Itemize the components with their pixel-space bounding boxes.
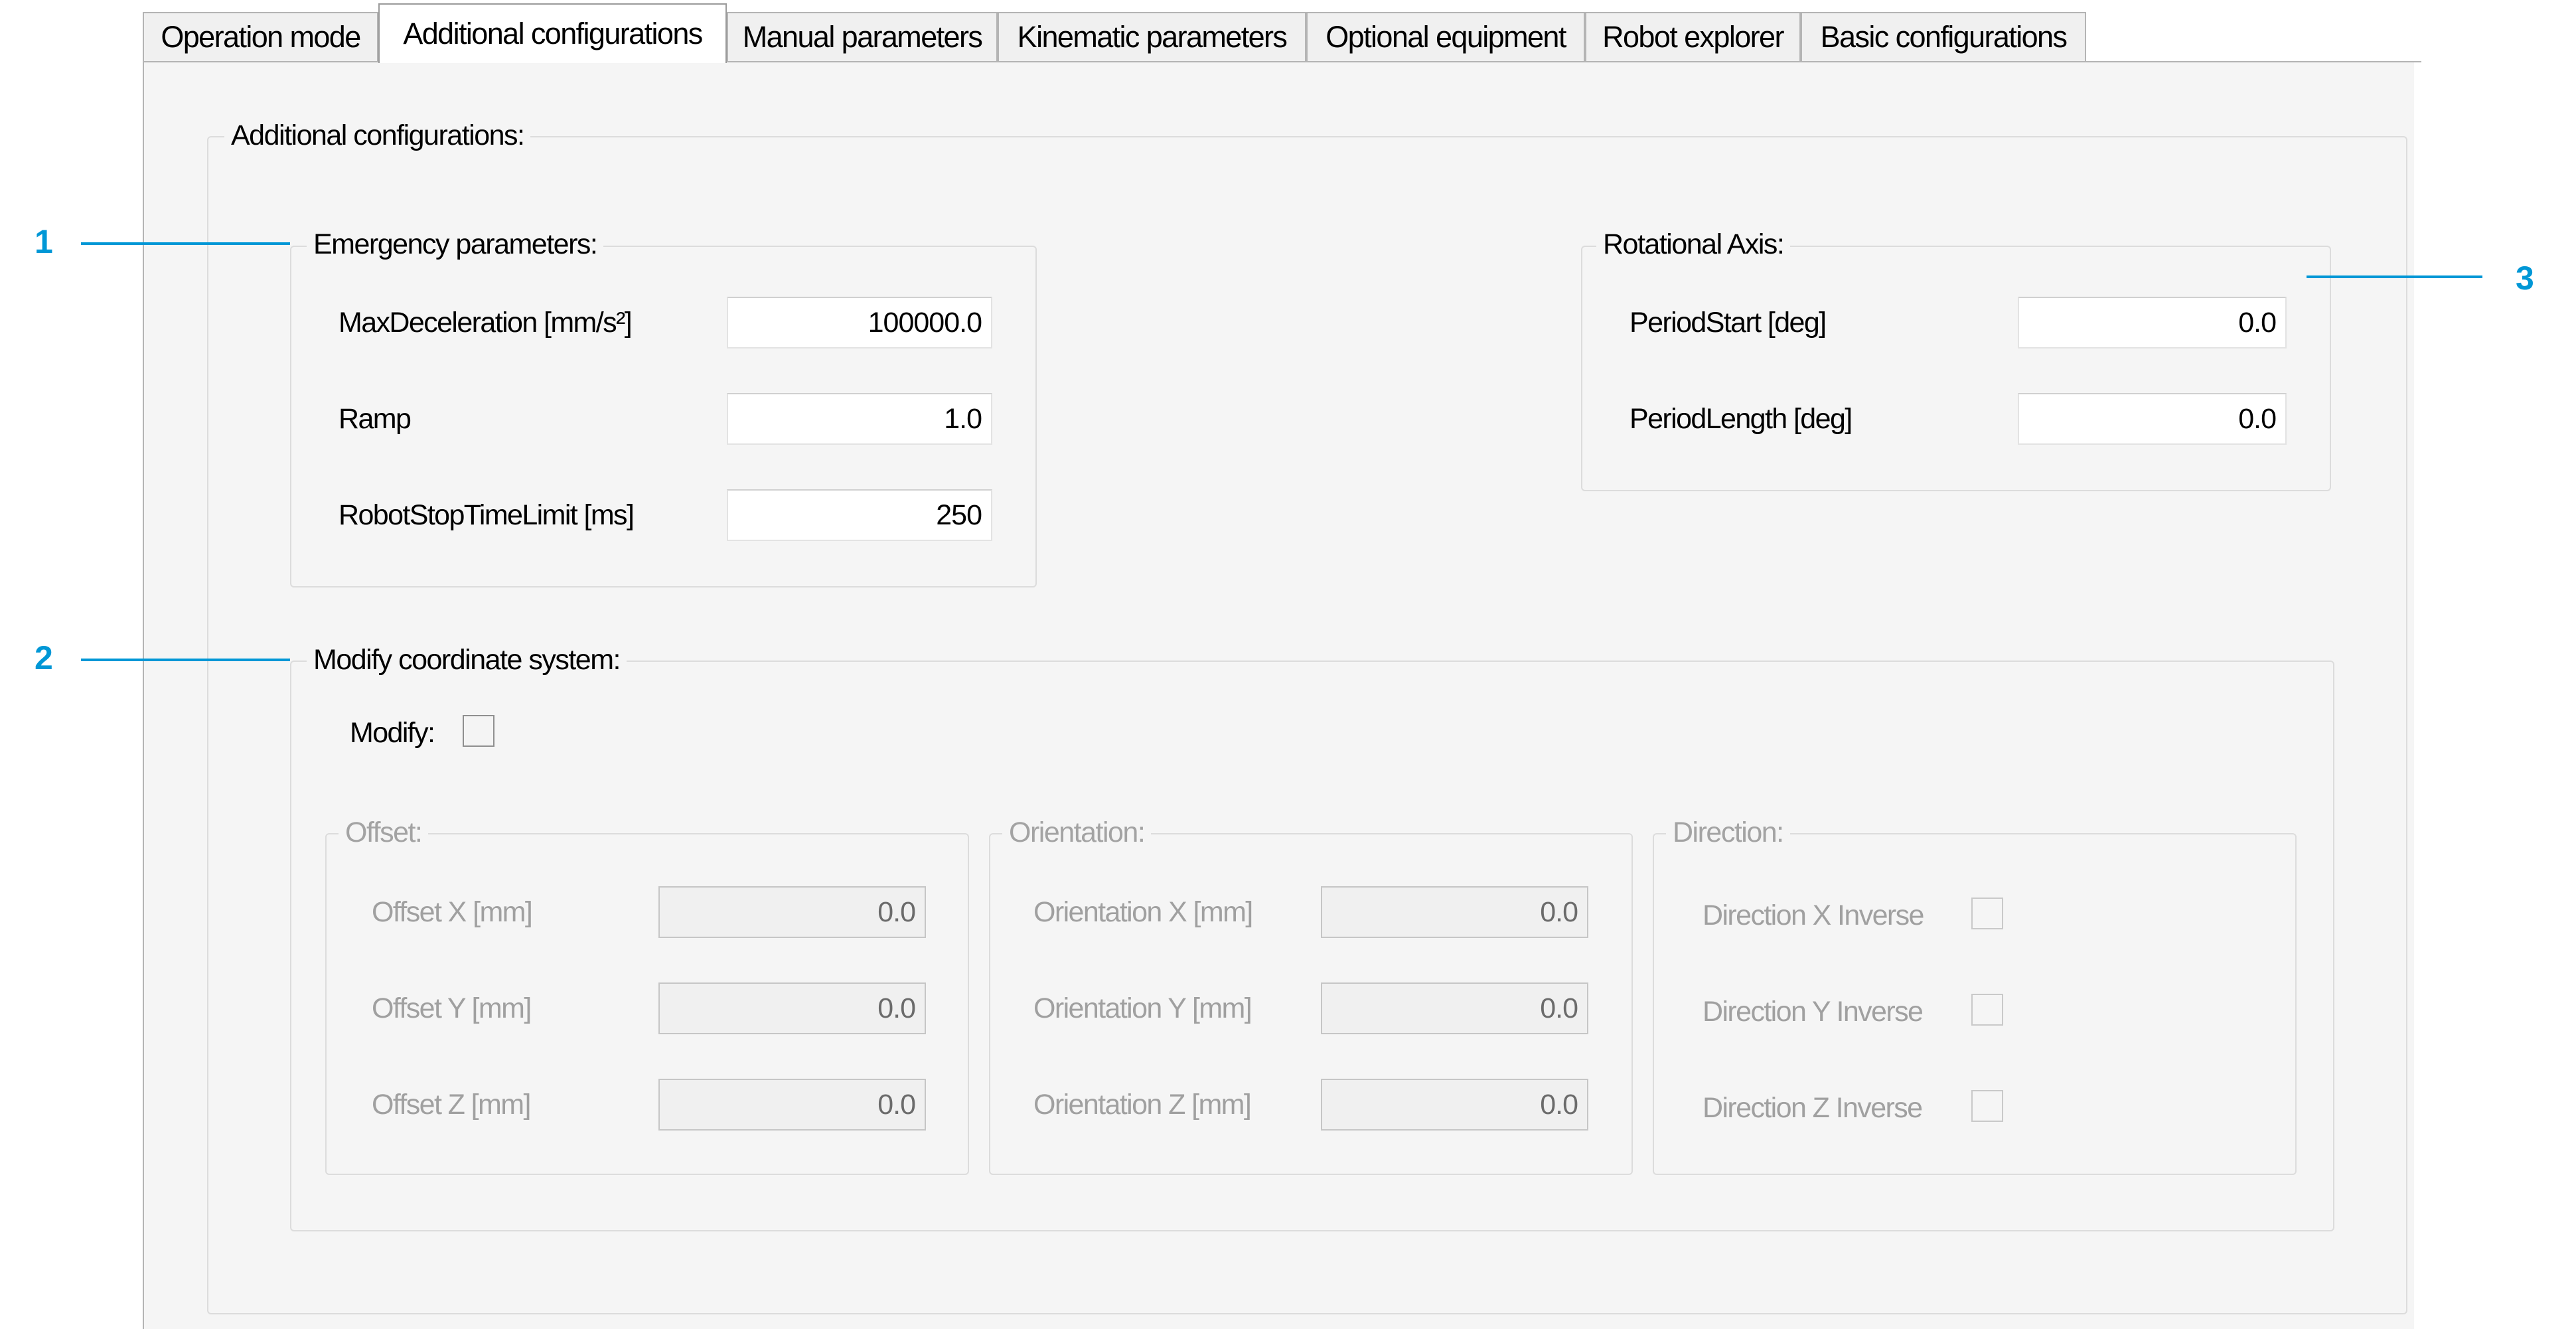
robot-stop-time-limit-label: RobotStopTimeLimit [ms] bbox=[339, 499, 635, 531]
direction-z-inverse-checkbox[interactable] bbox=[1971, 1090, 2003, 1122]
tab-bar: Operation mode Additional configurations… bbox=[0, 0, 2576, 63]
rotational-axis-group bbox=[1581, 246, 2331, 491]
callout-3-line bbox=[2307, 275, 2482, 278]
orientation-title: Orientation: bbox=[1002, 817, 1152, 849]
direction-x-inverse-checkbox[interactable] bbox=[1971, 898, 2003, 929]
offset-y-field[interactable]: 0.0 bbox=[658, 982, 926, 1034]
modify-coordinate-system-title: Modify coordinate system: bbox=[307, 644, 627, 676]
ramp-label: Ramp bbox=[339, 403, 412, 435]
tab-additional-configurations[interactable]: Additional configurations bbox=[378, 3, 727, 63]
callout-2-line bbox=[81, 659, 290, 661]
orientation-y-label: Orientation Y [mm] bbox=[1033, 992, 1252, 1024]
period-start-field[interactable]: 0.0 bbox=[2018, 297, 2287, 349]
tab-basic-configurations[interactable]: Basic configurations bbox=[1801, 12, 2086, 61]
orientation-z-label: Orientation Z [mm] bbox=[1033, 1089, 1252, 1121]
modify-checkbox[interactable] bbox=[463, 715, 494, 747]
max-deceleration-label: MaxDeceleration [mm/s²] bbox=[339, 307, 633, 339]
direction-y-inverse-checkbox[interactable] bbox=[1971, 994, 2003, 1026]
tab-content-left-border bbox=[143, 61, 144, 1329]
rotational-axis-title: Rotational Axis: bbox=[1596, 228, 1791, 261]
direction-y-label: Direction Y Inverse bbox=[1703, 996, 1924, 1028]
tab-robot-explorer[interactable]: Robot explorer bbox=[1585, 12, 1801, 61]
max-deceleration-field[interactable]: 100000.0 bbox=[727, 297, 992, 349]
offset-title: Offset: bbox=[339, 817, 429, 849]
period-start-label: PeriodStart [deg] bbox=[1629, 307, 1827, 339]
tab-operation-mode[interactable]: Operation mode bbox=[143, 12, 378, 61]
callout-1: 1 bbox=[35, 223, 53, 260]
direction-x-label: Direction X Inverse bbox=[1703, 899, 1924, 931]
orientation-x-field[interactable]: 0.0 bbox=[1321, 886, 1588, 938]
additional-configurations-title: Additional configurations: bbox=[224, 119, 531, 152]
tab-kinematic-parameters[interactable]: Kinematic parameters bbox=[998, 12, 1306, 61]
direction-title: Direction: bbox=[1666, 817, 1790, 849]
modify-checkbox-label: Modify: bbox=[350, 717, 435, 749]
callout-3: 3 bbox=[2516, 260, 2534, 297]
orientation-z-field[interactable]: 0.0 bbox=[1321, 1079, 1588, 1131]
ramp-field[interactable]: 1.0 bbox=[727, 393, 992, 445]
period-length-label: PeriodLength [deg] bbox=[1629, 403, 1853, 435]
tab-manual-parameters[interactable]: Manual parameters bbox=[727, 12, 998, 61]
orientation-y-field[interactable]: 0.0 bbox=[1321, 982, 1588, 1034]
offset-y-label: Offset Y [mm] bbox=[372, 992, 532, 1024]
callout-1-line bbox=[81, 242, 290, 245]
offset-x-field[interactable]: 0.0 bbox=[658, 886, 926, 938]
orientation-x-label: Orientation X [mm] bbox=[1033, 896, 1253, 928]
robot-stop-time-limit-field[interactable]: 250 bbox=[727, 489, 992, 541]
period-length-field[interactable]: 0.0 bbox=[2018, 393, 2287, 445]
offset-x-label: Offset X [mm] bbox=[372, 896, 533, 928]
offset-z-label: Offset Z [mm] bbox=[372, 1089, 531, 1121]
offset-z-field[interactable]: 0.0 bbox=[658, 1079, 926, 1131]
callout-2: 2 bbox=[35, 639, 53, 676]
tab-optional-equipment[interactable]: Optional equipment bbox=[1306, 12, 1585, 61]
emergency-parameters-title: Emergency parameters: bbox=[307, 228, 604, 261]
direction-z-label: Direction Z Inverse bbox=[1703, 1092, 1923, 1124]
